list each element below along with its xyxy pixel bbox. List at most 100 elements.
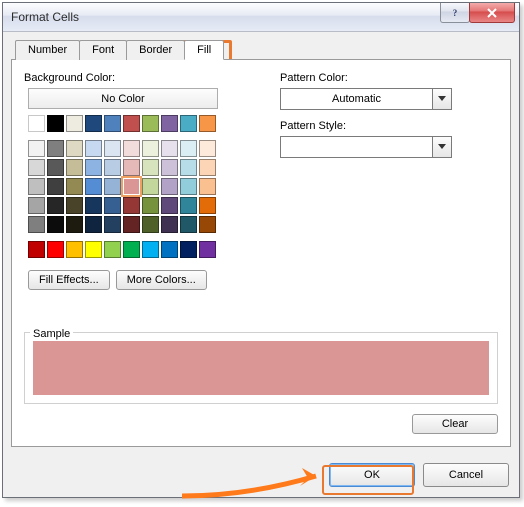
color-swatch[interactable] [180,241,197,258]
dialog-footer: OK Cancel [3,455,519,497]
color-swatch[interactable] [123,159,140,176]
sample-label: Sample [30,328,73,340]
color-swatch[interactable] [28,115,45,132]
tab-border[interactable]: Border [126,40,185,60]
titlebar[interactable]: Format Cells ? [3,3,519,32]
color-swatch[interactable] [123,140,140,157]
color-swatch[interactable] [47,197,64,214]
color-swatch[interactable] [85,216,102,233]
color-swatch[interactable] [28,197,45,214]
pattern-style-value [281,137,432,157]
color-swatch[interactable] [142,241,159,258]
color-swatch[interactable] [66,241,83,258]
fill-panel: Background Color: No Color Fill Effects.… [11,59,511,447]
color-swatch[interactable] [180,159,197,176]
color-swatch[interactable] [85,115,102,132]
cancel-button[interactable]: Cancel [423,463,509,487]
theme-tint-grid [28,140,256,233]
color-swatch[interactable] [199,140,216,157]
color-swatch[interactable] [66,115,83,132]
color-swatch[interactable] [180,115,197,132]
color-swatch[interactable] [85,159,102,176]
color-swatch[interactable] [199,241,216,258]
pattern-color-value: Automatic [281,89,432,109]
color-swatch[interactable] [142,197,159,214]
color-swatch[interactable] [104,159,121,176]
color-swatch[interactable] [104,115,121,132]
color-swatch[interactable] [85,178,102,195]
close-button[interactable] [469,3,515,23]
color-swatch[interactable] [66,159,83,176]
color-swatch[interactable] [199,178,216,195]
standard-colors-row [28,241,256,258]
color-swatch[interactable] [104,216,121,233]
color-swatch[interactable] [85,140,102,157]
pattern-color-dropdown[interactable]: Automatic [280,88,452,110]
tab-fill[interactable]: Fill [184,40,224,60]
color-swatch[interactable] [161,115,178,132]
tab-number[interactable]: Number [15,40,80,60]
color-swatch[interactable] [142,178,159,195]
color-swatch[interactable] [85,197,102,214]
more-colors-button[interactable]: More Colors... [116,270,207,290]
color-swatch[interactable] [180,216,197,233]
theme-heading-row [28,115,256,132]
color-swatch[interactable] [161,178,178,195]
color-swatch[interactable] [180,197,197,214]
tab-font[interactable]: Font [79,40,127,60]
color-swatch[interactable] [104,178,121,195]
color-swatch[interactable] [161,197,178,214]
color-swatch[interactable] [47,159,64,176]
window-title: Format Cells [3,10,79,24]
color-swatches [28,115,256,258]
pattern-color-label: Pattern Color: [280,72,498,84]
color-swatch[interactable] [28,216,45,233]
color-swatch[interactable] [161,241,178,258]
color-swatch[interactable] [123,115,140,132]
no-color-button[interactable]: No Color [28,88,218,109]
fill-effects-button[interactable]: Fill Effects... [28,270,110,290]
sample-preview [33,341,489,395]
color-swatch[interactable] [104,140,121,157]
color-swatch[interactable] [142,216,159,233]
format-cells-dialog: Format Cells ? Number Font Border Fill B… [2,2,520,498]
color-swatch[interactable] [180,140,197,157]
color-swatch[interactable] [199,216,216,233]
color-swatch[interactable] [199,197,216,214]
color-swatch[interactable] [47,115,64,132]
color-swatch[interactable] [199,159,216,176]
color-swatch[interactable] [47,241,64,258]
color-swatch[interactable] [123,241,140,258]
clear-button[interactable]: Clear [412,414,498,434]
color-swatch[interactable] [66,216,83,233]
color-swatch[interactable] [142,140,159,157]
chevron-down-icon [432,137,451,157]
help-button[interactable]: ? [440,3,470,23]
color-swatch[interactable] [85,241,102,258]
pattern-style-dropdown[interactable] [280,136,452,158]
color-swatch[interactable] [123,178,140,195]
color-swatch[interactable] [66,140,83,157]
color-swatch[interactable] [47,216,64,233]
color-swatch[interactable] [199,115,216,132]
color-swatch[interactable] [47,140,64,157]
color-swatch[interactable] [123,216,140,233]
color-swatch[interactable] [142,115,159,132]
color-swatch[interactable] [161,140,178,157]
color-swatch[interactable] [28,241,45,258]
bgcolor-label: Background Color: [24,72,256,84]
color-swatch[interactable] [180,178,197,195]
color-swatch[interactable] [66,197,83,214]
color-swatch[interactable] [28,140,45,157]
color-swatch[interactable] [104,197,121,214]
color-swatch[interactable] [47,178,64,195]
color-swatch[interactable] [161,159,178,176]
color-swatch[interactable] [142,159,159,176]
color-swatch[interactable] [104,241,121,258]
color-swatch[interactable] [28,159,45,176]
color-swatch[interactable] [161,216,178,233]
color-swatch[interactable] [28,178,45,195]
color-swatch[interactable] [66,178,83,195]
color-swatch[interactable] [123,197,140,214]
ok-button[interactable]: OK [329,463,415,487]
